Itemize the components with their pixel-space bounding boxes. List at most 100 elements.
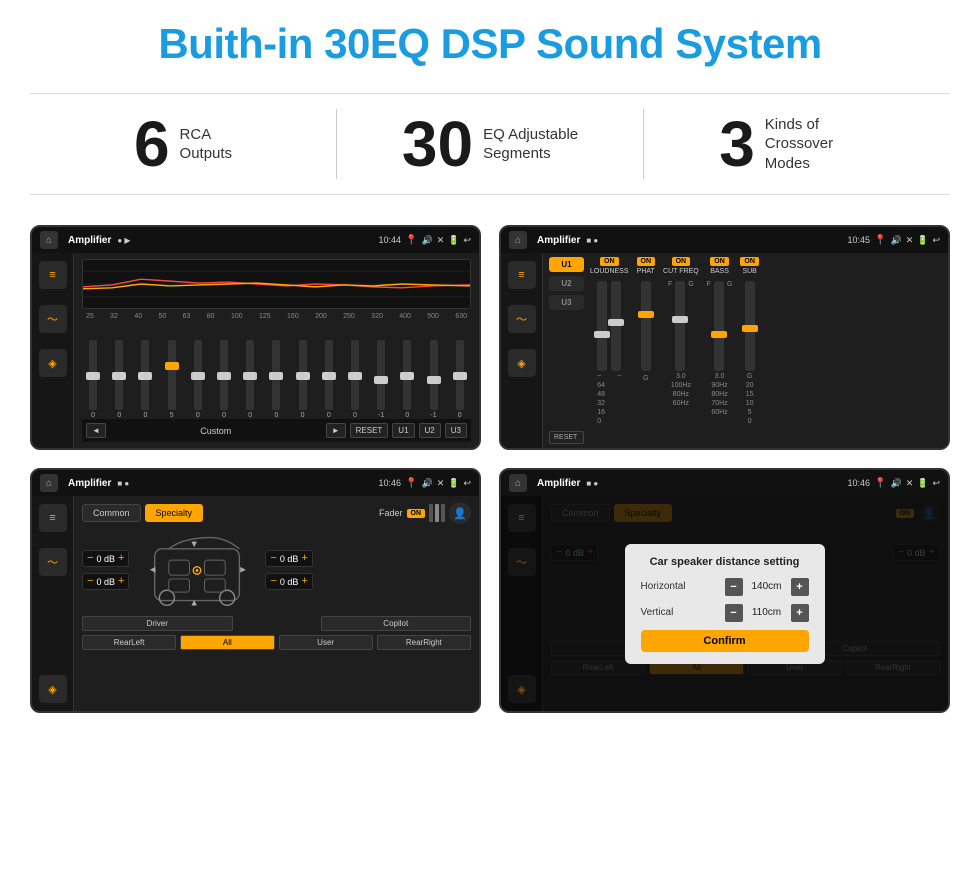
slider-4: 5 <box>168 340 176 419</box>
eq-graph <box>82 259 471 309</box>
screen-common: ⌂ Amplifier ■ ● 10:46 📍 🔊 ✕ 🔋 ↩ ≡ 〜 ◈ <box>30 468 481 713</box>
horizontal-plus[interactable]: + <box>791 578 809 596</box>
cutfreq-control: ON CUT FREQ F G 3.0 100Hz 80Hz 60Hz <box>663 257 699 444</box>
back-icon-3[interactable]: ↩ <box>463 478 471 489</box>
left-sidebar-1: ≡ 〜 ◈ <box>32 253 74 448</box>
time-4: 10:46 <box>847 478 870 488</box>
vertical-row: Vertical − 110cm + <box>641 604 809 622</box>
vertical-minus[interactable]: − <box>725 604 743 622</box>
rearleft-btn[interactable]: RearLeft <box>82 635 176 650</box>
all-btn[interactable]: All <box>180 635 274 650</box>
phat-slider[interactable] <box>641 281 651 371</box>
home-icon-3[interactable]: ⌂ <box>40 474 58 492</box>
battery-icon-3: 🔋 <box>448 478 459 489</box>
u2-btn[interactable]: U2 <box>419 423 441 438</box>
sidebar-btn-speaker3[interactable]: ◈ <box>39 675 67 703</box>
status-icons-2: 10:45 📍 🔊 ✕ 🔋 ↩ <box>847 235 940 246</box>
rearright-btn[interactable]: RearRight <box>377 635 471 650</box>
vertical-control: − 110cm + <box>725 604 809 622</box>
app-title-4: Amplifier <box>537 478 580 489</box>
fader-on-badge: ON <box>407 509 426 518</box>
u2-channel[interactable]: U2 <box>549 276 584 291</box>
stats-row: 6 RCAOutputs 30 EQ AdjustableSegments 3 … <box>30 93 950 195</box>
profile-icon[interactable]: 👤 <box>449 502 471 524</box>
right-rear-plus[interactable]: + <box>301 576 307 587</box>
sliders-area: 0 0 0 5 0 0 0 0 0 0 0 -1 0 -1 0 <box>82 324 471 419</box>
u3-channel[interactable]: U3 <box>549 295 584 310</box>
right-front-plus[interactable]: + <box>301 553 307 564</box>
sidebar-btn-eq[interactable]: ≡ <box>39 261 67 289</box>
sidebar-btn-eq3[interactable]: ≡ <box>39 504 67 532</box>
x-icon-2: ✕ <box>906 235 914 246</box>
x-icon-4: ✕ <box>906 478 914 489</box>
slider-7: 0 <box>246 340 254 419</box>
speaker-layout: − 0 dB + − 0 dB + <box>82 530 471 610</box>
status-dot-2: ■ ● <box>586 236 598 245</box>
sidebar-btn-wave2[interactable]: 〜 <box>508 305 536 333</box>
left-front-minus[interactable]: − <box>87 553 93 564</box>
user-btn[interactable]: User <box>279 635 373 650</box>
app-title-2: Amplifier <box>537 235 580 246</box>
stat-eq: 30 EQ AdjustableSegments <box>337 112 643 176</box>
bottom-btns-2: RearLeft All User RearRight <box>82 635 471 650</box>
right-rear-minus[interactable]: − <box>270 576 276 587</box>
back-icon-2[interactable]: ↩ <box>932 235 940 246</box>
sub-slider[interactable] <box>745 281 755 371</box>
back-icon-1[interactable]: ↩ <box>463 235 471 246</box>
volume-icon-3: 🔊 <box>421 478 432 489</box>
back-icon-4[interactable]: ↩ <box>932 478 940 489</box>
loudness-slider-2[interactable] <box>611 281 621 371</box>
svg-text:▲: ▲ <box>190 596 199 607</box>
driver-btn[interactable]: Driver <box>82 616 233 631</box>
left-rear-plus[interactable]: + <box>118 576 124 587</box>
cutfreq-slider[interactable] <box>675 281 685 371</box>
battery-icon-2: 🔋 <box>917 235 928 246</box>
status-bar-4: ⌂ Amplifier ■ ● 10:46 📍 🔊 ✕ 🔋 ↩ <box>501 470 948 496</box>
right-rear-db: − 0 dB + <box>265 573 312 590</box>
home-icon-4[interactable]: ⌂ <box>509 474 527 492</box>
screenshots-grid: ⌂ Amplifier ● ▶ 10:44 📍 🔊 ✕ 🔋 ↩ ≡ 〜 ◈ <box>30 225 950 713</box>
dialog-title: Car speaker distance setting <box>641 556 809 568</box>
reset-btn[interactable]: RESET <box>350 423 389 438</box>
stat-rca: 6 RCAOutputs <box>30 112 336 176</box>
sidebar-btn-speaker[interactable]: ◈ <box>39 349 67 377</box>
status-dot-1: ● ▶ <box>117 236 130 245</box>
next-btn[interactable]: ► <box>326 423 346 438</box>
loudness-slider-1[interactable] <box>597 281 607 371</box>
horizontal-minus[interactable]: − <box>725 578 743 596</box>
status-dot-4: ■ ● <box>586 479 598 488</box>
left-rear-minus[interactable]: − <box>87 576 93 587</box>
battery-icon-1: 🔋 <box>448 235 459 246</box>
bass-slider[interactable] <box>714 281 724 371</box>
screen-body-1: ≡ 〜 ◈ <box>32 253 479 448</box>
volume-icon-1: 🔊 <box>421 235 432 246</box>
specialty-tab[interactable]: Specialty <box>145 504 204 522</box>
x-icon-1: ✕ <box>437 235 445 246</box>
u1-channel[interactable]: U1 <box>549 257 584 272</box>
sidebar-btn-speaker2[interactable]: ◈ <box>508 349 536 377</box>
u3-btn[interactable]: U3 <box>445 423 467 438</box>
reset-btn-amp[interactable]: RESET <box>549 431 584 444</box>
horizontal-value: 140cm <box>747 581 787 592</box>
vertical-plus[interactable]: + <box>791 604 809 622</box>
sidebar-btn-wave3[interactable]: 〜 <box>39 548 67 576</box>
slider-9: 0 <box>299 340 307 419</box>
confirm-button[interactable]: Confirm <box>641 630 809 652</box>
gps-icon-3: 📍 <box>405 478 417 489</box>
sidebar-btn-eq2[interactable]: ≡ <box>508 261 536 289</box>
common-tab[interactable]: Common <box>82 504 141 522</box>
home-icon-2[interactable]: ⌂ <box>509 231 527 249</box>
sidebar-btn-wave[interactable]: 〜 <box>39 305 67 333</box>
home-icon-1[interactable]: ⌂ <box>40 231 58 249</box>
x-icon-3: ✕ <box>437 478 445 489</box>
volume-icon-2: 🔊 <box>890 235 901 246</box>
right-front-db: − 0 dB + <box>265 550 312 567</box>
status-icons-4: 10:46 📍 🔊 ✕ 🔋 ↩ <box>847 478 940 489</box>
screen-body-3: ≡ 〜 ◈ Common Specialty Fader ON <box>32 496 479 711</box>
gps-icon-2: 📍 <box>874 235 886 246</box>
left-front-plus[interactable]: + <box>118 553 124 564</box>
prev-btn[interactable]: ◄ <box>86 423 106 438</box>
u1-btn[interactable]: U1 <box>392 423 414 438</box>
copilot-btn[interactable]: Copilot <box>321 616 472 631</box>
right-front-minus[interactable]: − <box>270 553 276 564</box>
